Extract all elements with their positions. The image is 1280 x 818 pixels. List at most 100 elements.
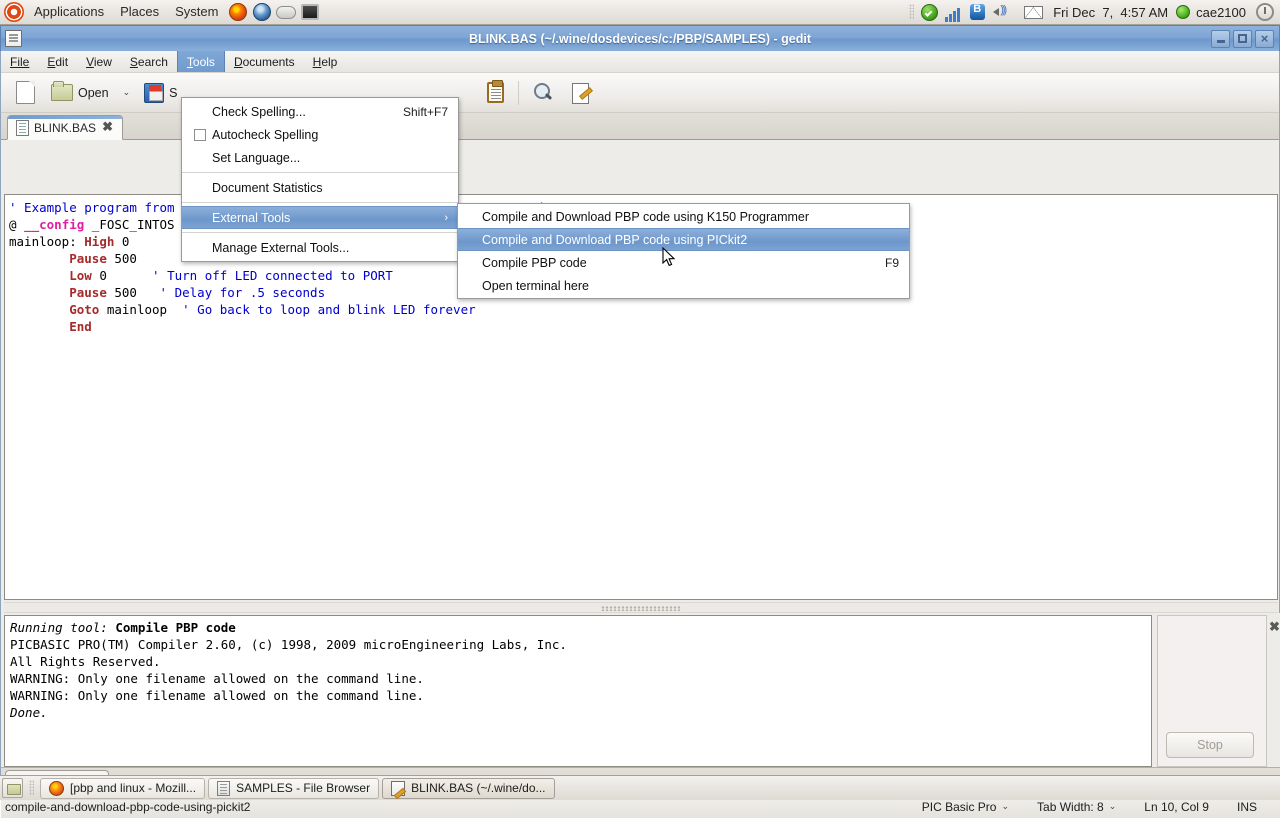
output-line: WARNING: Only one filename allowed on th…	[10, 670, 1146, 687]
checkbox-icon[interactable]	[194, 129, 206, 141]
paste-button[interactable]	[480, 77, 511, 109]
new-document-button[interactable]	[9, 77, 42, 109]
mouse-cursor	[662, 247, 676, 267]
window-title: BLINK.BAS (~/.wine/dosdevices/c:/PBP/SAM…	[1, 32, 1279, 46]
menu-view[interactable]: View	[77, 51, 121, 72]
status-cursor-position: Ln 10, Col 9	[1130, 800, 1223, 814]
replace-button[interactable]	[563, 77, 599, 109]
output-line: All Rights Reserved.	[10, 653, 1146, 670]
panel-splitter[interactable]	[4, 602, 1278, 613]
taskbar-item-firefox[interactable]: [pbp and linux - Mozill...	[40, 778, 205, 799]
submenu-item-open-terminal-here[interactable]: Open terminal here	[458, 274, 909, 297]
menu-item-check-spelling[interactable]: Check Spelling... Shift+F7	[182, 100, 458, 123]
user-status-icon[interactable]	[1176, 5, 1190, 19]
volume-icon[interactable]	[990, 2, 1012, 22]
panel-menu-places[interactable]: Places	[113, 1, 166, 23]
power-icon[interactable]	[1256, 3, 1274, 21]
window-titlebar[interactable]: BLINK.BAS (~/.wine/dosdevices/c:/PBP/SAM…	[0, 25, 1280, 51]
menu-item-manage-external-tools-label: Manage External Tools...	[212, 241, 349, 255]
close-button[interactable]: ×	[1255, 30, 1274, 48]
chevron-down-icon: ⌄	[1109, 801, 1117, 812]
find-button[interactable]	[526, 77, 561, 109]
gamepad-icon[interactable]	[275, 2, 297, 22]
status-language[interactable]: PIC Basic Pro ⌄	[908, 800, 1023, 814]
terminal-icon[interactable]	[299, 2, 321, 22]
save-button-label: S	[169, 86, 177, 100]
signal-bars-icon[interactable]	[942, 2, 964, 22]
menu-item-set-language-label: Set Language...	[212, 151, 300, 165]
file-browser-icon	[217, 781, 230, 796]
window-buttons: ×	[1211, 30, 1279, 48]
external-tools-submenu: Compile and Download PBP code using K150…	[457, 203, 910, 299]
taskbar-item-firefox-label: [pbp and linux - Mozill...	[70, 781, 196, 795]
bluetooth-icon[interactable]	[966, 2, 988, 22]
show-desktop-icon[interactable]	[2, 778, 23, 798]
shell-output-box[interactable]: Running tool: Compile PBP codePICBASIC P…	[4, 615, 1152, 767]
menu-item-set-language[interactable]: Set Language...	[182, 146, 458, 169]
new-document-icon	[16, 81, 35, 104]
panel-grip	[909, 4, 914, 20]
open-dropdown-button[interactable]: ⌄	[118, 77, 136, 109]
submenu-item-compile-pbp-code-accel: F9	[867, 256, 899, 270]
gedit-icon	[391, 781, 405, 796]
submenu-item-compile-download-pickit2-label: Compile and Download PBP code using PICk…	[482, 233, 747, 247]
gedit-window: BLINK.BAS (~/.wine/dosdevices/c:/PBP/SAM…	[0, 25, 1280, 775]
update-ok-icon[interactable]	[918, 2, 940, 22]
menu-documents[interactable]: Documents	[225, 51, 304, 72]
stop-button[interactable]: Stop	[1166, 732, 1254, 758]
submenu-item-compile-download-pickit2[interactable]: Compile and Download PBP code using PICk…	[458, 228, 909, 251]
toolbar-separator	[518, 81, 519, 105]
taskbar: [pbp and linux - Mozill... SAMPLES - Fil…	[0, 775, 1280, 800]
menu-item-autocheck-spelling[interactable]: Autocheck Spelling	[182, 123, 458, 146]
gnome-top-panel: Applications Places System Fri Dec 7, 4:…	[0, 0, 1280, 25]
menu-file[interactable]: File	[1, 51, 38, 72]
close-panel-icon[interactable]: ✖	[1269, 621, 1280, 634]
status-insert-mode-label: INS	[1237, 800, 1257, 814]
ubuntu-logo-icon[interactable]	[4, 2, 24, 22]
menu-edit[interactable]: Edit	[38, 51, 77, 72]
status-tab-width[interactable]: Tab Width: 8 ⌄	[1023, 800, 1130, 814]
panel-username[interactable]: cae2100	[1196, 5, 1246, 20]
menu-item-document-statistics-label: Document Statistics	[212, 181, 322, 195]
close-icon[interactable]: ✖	[101, 121, 114, 134]
mail-icon[interactable]	[1022, 2, 1044, 22]
menu-item-autocheck-spelling-label: Autocheck Spelling	[212, 128, 318, 142]
submenu-item-compile-download-k150[interactable]: Compile and Download PBP code using K150…	[458, 205, 909, 228]
taskbar-item-gedit[interactable]: BLINK.BAS (~/.wine/do...	[382, 778, 554, 799]
panel-menu-system[interactable]: System	[168, 1, 225, 23]
menu-search[interactable]: Search	[121, 51, 177, 72]
status-tab-width-label: Tab Width: 8	[1037, 800, 1104, 814]
submenu-item-compile-pbp-code[interactable]: Compile PBP code F9	[458, 251, 909, 274]
panel-menu-applications[interactable]: Applications	[27, 1, 111, 23]
submenu-item-compile-download-k150-label: Compile and Download PBP code using K150…	[482, 210, 809, 224]
open-button[interactable]: Open	[44, 77, 116, 109]
menu-help[interactable]: Help	[304, 51, 347, 72]
search-icon	[533, 82, 554, 103]
minimize-button[interactable]	[1211, 30, 1230, 48]
menu-tools[interactable]: Tools	[177, 51, 225, 72]
taskbar-item-file-browser-label: SAMPLES - File Browser	[236, 781, 370, 795]
open-button-label: Open	[78, 86, 109, 100]
splitter-grip	[601, 606, 681, 611]
document-tab-blink-bas[interactable]: BLINK.BAS ✖	[7, 115, 123, 140]
chevron-right-icon: ›	[444, 212, 448, 224]
maximize-button[interactable]	[1233, 30, 1252, 48]
menu-separator	[182, 232, 458, 233]
document-icon	[16, 120, 29, 136]
panel-clock[interactable]: Fri Dec 7, 4:57 AM	[1045, 5, 1176, 20]
output-line: Running tool: Compile PBP code	[10, 619, 1146, 636]
shell-output-sidebox: Stop	[1157, 615, 1267, 767]
menu-item-external-tools[interactable]: External Tools ›	[182, 206, 458, 229]
taskbar-item-file-browser[interactable]: SAMPLES - File Browser	[208, 778, 379, 799]
save-icon	[144, 83, 164, 103]
firefox-icon[interactable]	[227, 2, 249, 22]
output-line: WARNING: Only one filename allowed on th…	[10, 687, 1146, 704]
status-message: compile-and-download-pbp-code-using-pick…	[1, 800, 250, 814]
menu-item-check-spelling-label: Check Spelling...	[212, 105, 306, 119]
thunderbird-icon[interactable]	[251, 2, 273, 22]
save-button[interactable]: S	[137, 77, 184, 109]
menu-item-manage-external-tools[interactable]: Manage External Tools...	[182, 236, 458, 259]
shell-output-text: Running tool: Compile PBP codePICBASIC P…	[5, 616, 1151, 724]
tools-dropdown-menu: Check Spelling... Shift+F7 Autocheck Spe…	[181, 97, 459, 262]
menu-item-document-statistics[interactable]: Document Statistics	[182, 176, 458, 199]
